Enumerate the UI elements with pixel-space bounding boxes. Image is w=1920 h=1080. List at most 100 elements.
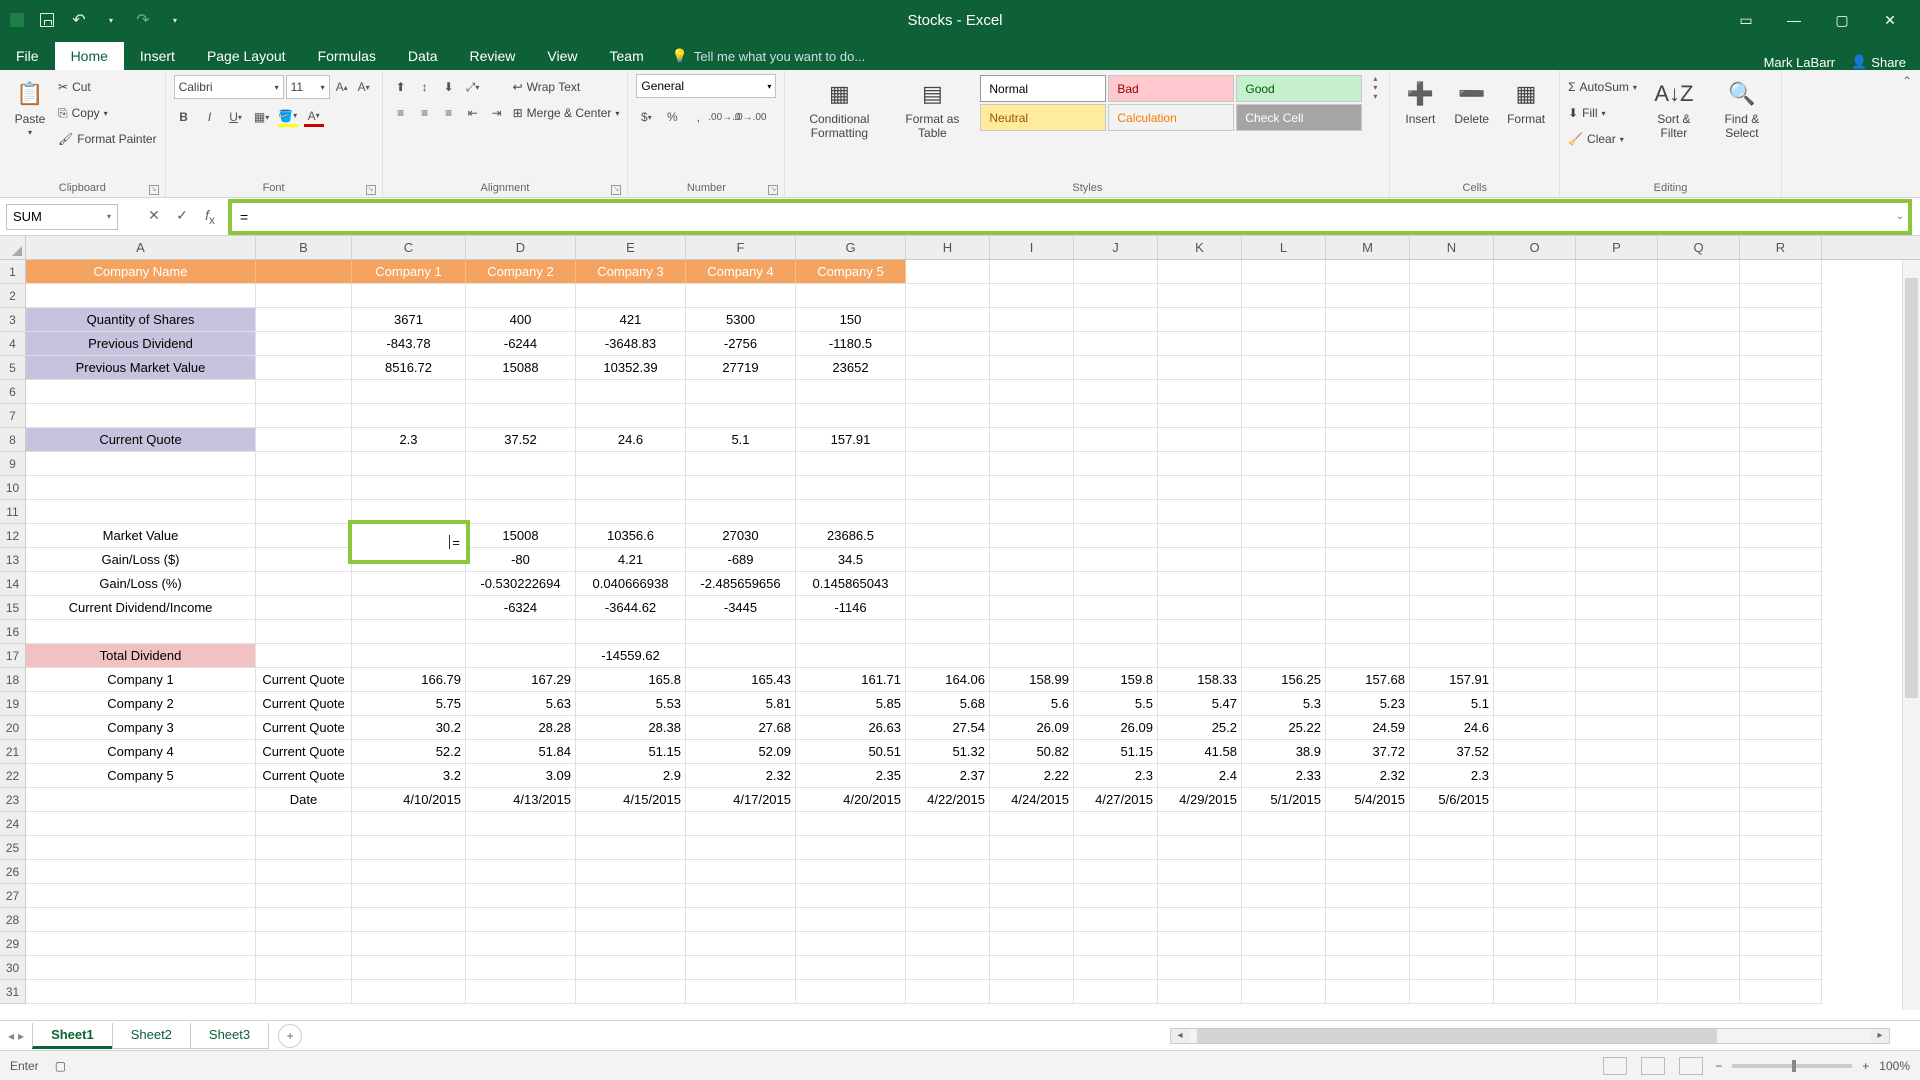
cell[interactable]	[1074, 956, 1158, 980]
cell[interactable]	[990, 572, 1074, 596]
row-header[interactable]: 23	[0, 788, 26, 812]
cell[interactable]: Current Quote	[26, 428, 256, 452]
clear-button[interactable]: 🧹Clear▾	[1568, 126, 1637, 152]
cell[interactable]	[1158, 284, 1242, 308]
cell[interactable]	[352, 956, 466, 980]
cell[interactable]	[906, 404, 990, 428]
cell[interactable]	[26, 956, 256, 980]
cell[interactable]	[990, 380, 1074, 404]
align-bottom-icon[interactable]: ⬇	[439, 77, 459, 97]
cell[interactable]: 26.09	[1074, 716, 1158, 740]
delete-cells-button[interactable]: ➖Delete	[1448, 74, 1495, 130]
cell[interactable]: -1180.5	[796, 332, 906, 356]
cell[interactable]	[1494, 428, 1576, 452]
cell[interactable]	[26, 932, 256, 956]
cell[interactable]	[26, 788, 256, 812]
column-header[interactable]: H	[906, 236, 990, 259]
cell[interactable]	[1740, 980, 1822, 1004]
cell[interactable]	[466, 908, 576, 932]
copy-button[interactable]: ⎘Copy▾	[58, 100, 157, 126]
cell[interactable]: 0.040666938	[576, 572, 686, 596]
cell[interactable]: 4/20/2015	[796, 788, 906, 812]
cell[interactable]	[1326, 836, 1410, 860]
cell[interactable]	[352, 380, 466, 404]
cell[interactable]	[990, 476, 1074, 500]
cell[interactable]	[1494, 644, 1576, 668]
row-header[interactable]: 7	[0, 404, 26, 428]
cell[interactable]: 41.58	[1158, 740, 1242, 764]
cell[interactable]	[1740, 740, 1822, 764]
cell[interactable]	[1326, 332, 1410, 356]
cell[interactable]	[906, 572, 990, 596]
cell[interactable]	[990, 884, 1074, 908]
cell[interactable]: 2.4	[1158, 764, 1242, 788]
scroll-right-icon[interactable]: ▸	[1871, 1029, 1889, 1043]
cell[interactable]: 5300	[686, 308, 796, 332]
cell[interactable]	[1576, 356, 1658, 380]
cell[interactable]	[796, 644, 906, 668]
cell[interactable]	[256, 452, 352, 476]
cell[interactable]: 5.6	[990, 692, 1074, 716]
cell[interactable]	[1158, 908, 1242, 932]
format-painter-button[interactable]: 🖌Format Painter	[58, 126, 157, 152]
cell[interactable]	[256, 524, 352, 548]
cell[interactable]	[256, 356, 352, 380]
row-header[interactable]: 5	[0, 356, 26, 380]
undo-dropdown-icon[interactable]: ▾	[102, 11, 120, 29]
cell[interactable]	[1242, 404, 1326, 428]
last-sheet-icon[interactable]: ▸	[18, 1029, 24, 1043]
cell[interactable]	[256, 548, 352, 572]
comma-icon[interactable]: ,	[688, 107, 708, 127]
cell[interactable]	[1658, 308, 1740, 332]
cell[interactable]	[1740, 452, 1822, 476]
cell[interactable]	[796, 980, 906, 1004]
row-header[interactable]: 1	[0, 260, 26, 284]
cell[interactable]	[990, 908, 1074, 932]
column-header[interactable]: R	[1740, 236, 1822, 259]
style-bad[interactable]: Bad	[1108, 75, 1234, 102]
format-cells-button[interactable]: ▦Format	[1501, 74, 1551, 130]
vertical-scrollbar[interactable]	[1902, 260, 1920, 1010]
cell[interactable]	[26, 476, 256, 500]
cell[interactable]	[1576, 404, 1658, 428]
cell[interactable]	[1242, 524, 1326, 548]
cell[interactable]	[1658, 860, 1740, 884]
cell[interactable]: 38.9	[1242, 740, 1326, 764]
dialog-launcher-icon[interactable]: ↘	[149, 185, 159, 195]
cell[interactable]	[1576, 788, 1658, 812]
cell[interactable]	[686, 956, 796, 980]
cell[interactable]	[990, 836, 1074, 860]
cell[interactable]	[1576, 980, 1658, 1004]
column-header[interactable]: A	[26, 236, 256, 259]
undo-icon[interactable]	[70, 11, 88, 29]
cell[interactable]	[1494, 788, 1576, 812]
horizontal-scrollbar[interactable]: ◂ ▸	[1170, 1028, 1890, 1044]
cell[interactable]	[26, 884, 256, 908]
cell[interactable]: 3.2	[352, 764, 466, 788]
cell[interactable]	[256, 812, 352, 836]
cell[interactable]	[1242, 884, 1326, 908]
cell[interactable]	[1410, 572, 1494, 596]
row-header[interactable]: 26	[0, 860, 26, 884]
cell[interactable]	[686, 620, 796, 644]
cell[interactable]	[1658, 620, 1740, 644]
style-normal[interactable]: Normal	[980, 75, 1106, 102]
cell[interactable]: 167.29	[466, 668, 576, 692]
cell[interactable]	[1410, 980, 1494, 1004]
cell[interactable]	[352, 620, 466, 644]
cell[interactable]	[796, 812, 906, 836]
cell[interactable]	[1326, 284, 1410, 308]
cell[interactable]	[576, 476, 686, 500]
row-header[interactable]: 9	[0, 452, 26, 476]
cell[interactable]	[352, 812, 466, 836]
cell[interactable]	[906, 428, 990, 452]
tab-team[interactable]: Team	[594, 42, 660, 70]
cell[interactable]	[1658, 812, 1740, 836]
cell[interactable]	[1410, 356, 1494, 380]
autosum-button[interactable]: ΣAutoSum▾	[1568, 74, 1637, 100]
cell[interactable]	[1740, 620, 1822, 644]
cell[interactable]	[1074, 260, 1158, 284]
cell[interactable]	[990, 644, 1074, 668]
cell[interactable]	[1242, 812, 1326, 836]
cell[interactable]	[26, 812, 256, 836]
